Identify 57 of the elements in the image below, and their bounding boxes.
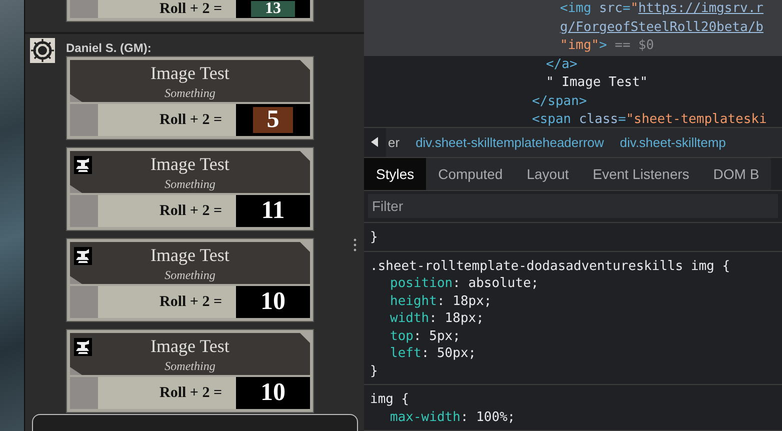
- roll-subtitle: Something: [164, 178, 216, 191]
- chat-input-field[interactable]: [32, 414, 358, 431]
- roll-label: Roll + 2 =: [159, 294, 222, 310]
- card-strip: [70, 286, 98, 318]
- filter-field[interactable]: Filter: [368, 194, 778, 218]
- roll-result: 13: [251, 1, 295, 17]
- roll-label: Roll + 2 =: [159, 384, 222, 402]
- roll-label: Roll + 2 =: [159, 0, 222, 18]
- card-strip: [70, 195, 98, 227]
- panel-tab[interactable]: DOM B: [701, 158, 772, 190]
- code-line[interactable]: <span class="sheet-templateski: [364, 111, 782, 127]
- code-line[interactable]: " Image Test": [364, 74, 782, 92]
- panel-tab[interactable]: Styles: [364, 158, 426, 190]
- card-strip: [70, 0, 98, 18]
- css-declaration[interactable]: top: 5px;: [370, 328, 776, 345]
- corner-mark: [300, 60, 310, 70]
- corner-mark: [300, 151, 310, 161]
- panel-tab[interactable]: Layout: [514, 158, 581, 190]
- breadcrumb[interactable]: div.sheet-skilltemp: [620, 134, 726, 150]
- roll-subtitle: Something: [164, 87, 216, 100]
- roll-title: Image Test: [150, 336, 230, 356]
- css-declaration[interactable]: position: absolute;: [370, 275, 776, 292]
- sender-name: Daniel S. (GM):: [66, 41, 152, 55]
- more-icon[interactable]: [353, 238, 357, 252]
- breadcrumb[interactable]: er: [388, 134, 400, 150]
- corner-mark: [70, 94, 82, 102]
- corner-mark: [70, 367, 82, 375]
- breadcrumb[interactable]: div.sheet-skilltemplateheaderrow: [416, 134, 604, 150]
- corner-mark: [70, 185, 82, 193]
- roll-title: Image Test: [150, 245, 230, 265]
- css-declaration[interactable]: height: 18px;: [370, 292, 776, 310]
- roll-label: Roll + 2 =: [159, 202, 222, 220]
- css-selector: img {: [370, 391, 410, 408]
- closing-brace: }: [370, 229, 379, 246]
- scroll-left-button[interactable]: [364, 128, 386, 157]
- card-strip: [70, 377, 98, 409]
- left-arrow-icon: [371, 137, 379, 148]
- roll-title: Image Test: [150, 63, 230, 83]
- avatar-icon: [30, 38, 55, 63]
- panel-tab[interactable]: Computed: [426, 158, 515, 190]
- corner-mark: [300, 333, 310, 343]
- css-selector: .sheet-rolltemplate-dodasadventureskills img {: [370, 258, 732, 275]
- closing-brace: }: [370, 362, 379, 380]
- css-declaration[interactable]: left: 50px;: [370, 345, 776, 362]
- roll-result: 5: [252, 107, 294, 133]
- corner-mark: [70, 276, 82, 284]
- card-strip: [70, 104, 98, 136]
- code-line[interactable]: </span>: [364, 92, 782, 111]
- roll-subtitle: Something: [164, 269, 216, 282]
- roll-title: Image Test: [150, 154, 230, 174]
- css-declaration[interactable]: max-width: 100%;: [370, 408, 776, 426]
- css-declaration[interactable]: width: 18px;: [370, 310, 776, 328]
- panel-tab[interactable]: Event Listeners: [580, 158, 702, 190]
- roll-label: Roll + 2 =: [159, 112, 222, 128]
- corner-mark: [300, 242, 310, 252]
- roll-subtitle: Something: [164, 360, 216, 373]
- code-line[interactable]: </a>: [364, 56, 782, 74]
